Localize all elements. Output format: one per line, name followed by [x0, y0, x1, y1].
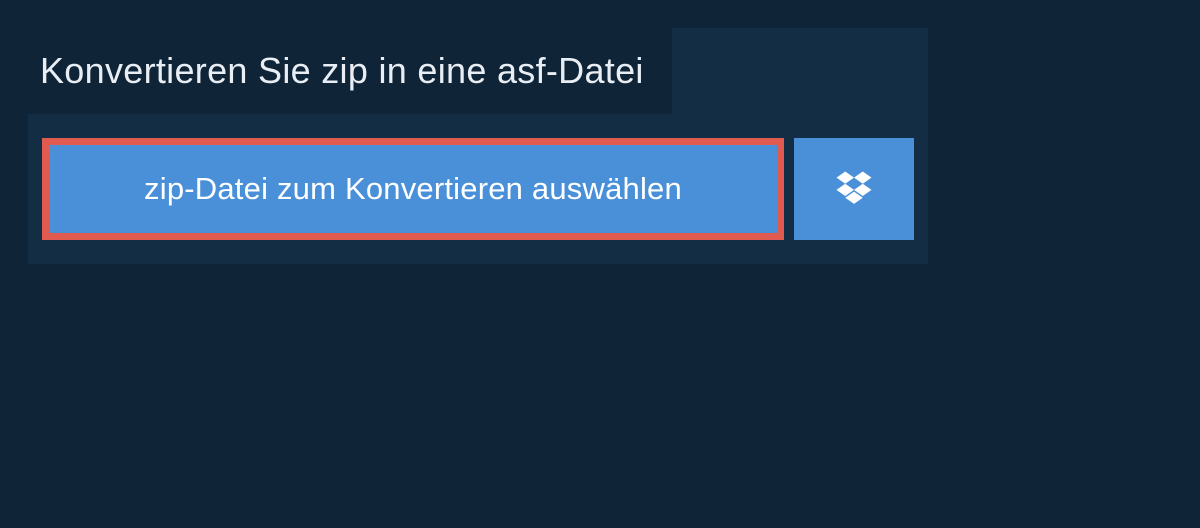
- upload-row: zip-Datei zum Konvertieren auswählen: [28, 114, 928, 264]
- dropbox-icon: [833, 168, 875, 210]
- page-title: Konvertieren Sie zip in eine asf-Datei: [40, 50, 644, 92]
- dropbox-button[interactable]: [794, 138, 914, 240]
- converter-panel: Konvertieren Sie zip in eine asf-Datei z…: [28, 28, 928, 264]
- heading-wrap: Konvertieren Sie zip in eine asf-Datei: [28, 28, 672, 114]
- select-file-button[interactable]: zip-Datei zum Konvertieren auswählen: [42, 138, 784, 240]
